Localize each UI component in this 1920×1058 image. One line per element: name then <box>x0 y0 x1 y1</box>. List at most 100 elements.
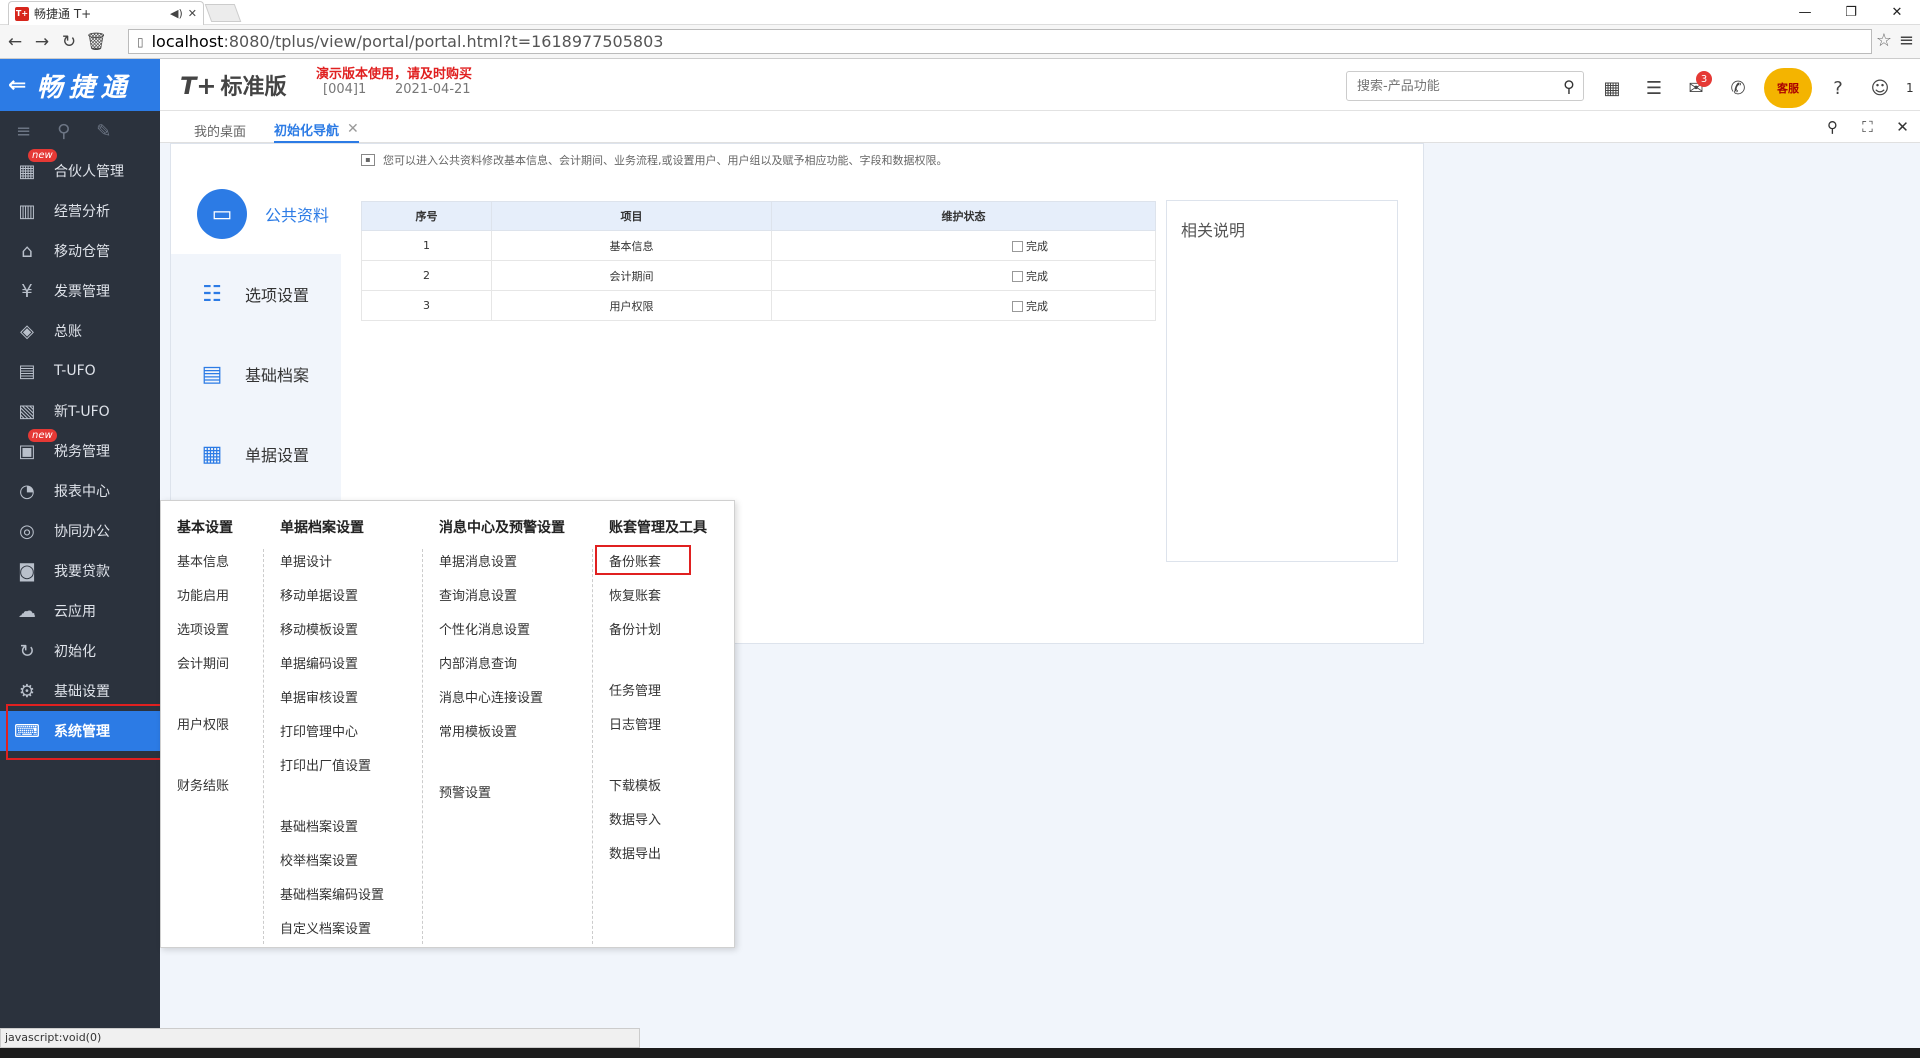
url-input[interactable]: ▯ localhost:8080/tplus/view/portal/porta… <box>128 29 1872 54</box>
new-tab-button[interactable] <box>204 4 242 22</box>
sidebar-item-ledger[interactable]: ◈ 总账 <box>0 311 160 351</box>
product-search[interactable]: ⚲ <box>1346 71 1584 101</box>
sidebar-item-invoice[interactable]: ¥ 发票管理 <box>0 271 160 311</box>
menu-item-message-connection[interactable]: 消息中心连接设置 <box>439 687 543 706</box>
table-row[interactable]: 1 基本信息 完成 <box>361 230 1156 261</box>
search-input[interactable] <box>1347 78 1555 94</box>
step-basic-records[interactable]: ▤ 基础档案 <box>171 334 341 414</box>
phone-icon[interactable]: ✆ <box>1722 71 1754 105</box>
sidebar-item-tufo[interactable]: ▤ T-UFO <box>0 351 160 391</box>
tab-desktop[interactable]: 我的桌面 <box>194 117 246 143</box>
menu-item-internal-message[interactable]: 内部消息查询 <box>439 653 517 672</box>
mobile-warehouse-icon: ⌂ <box>21 240 33 262</box>
zoom-search-icon[interactable]: ⚲ <box>1815 111 1850 143</box>
speaker-icon[interactable]: ◀) <box>170 7 183 20</box>
menu-item-mobile-template[interactable]: 移动模板设置 <box>280 619 358 638</box>
minimize-icon[interactable]: — <box>1782 0 1828 25</box>
browser-menu-icon[interactable]: ≡ <box>1899 30 1914 51</box>
tab-init-nav[interactable]: 初始化导航 ✕ <box>274 117 359 143</box>
brand-bar[interactable]: ⇐ 畅捷通 <box>0 59 160 111</box>
back-icon[interactable]: ← <box>3 28 27 56</box>
step-document-settings[interactable]: ▦ 单据设置 <box>171 414 341 494</box>
sidebar-item-system[interactable]: ⌨ 系统管理 <box>0 711 160 751</box>
menu-item-alert-settings[interactable]: 预警设置 <box>439 782 491 801</box>
menu-item-personal-message[interactable]: 个性化消息设置 <box>439 619 530 638</box>
menu-item-print-center[interactable]: 打印管理中心 <box>280 721 358 740</box>
checklist-icon: ☷ <box>202 281 222 307</box>
fullscreen-icon[interactable]: ⛶ <box>1850 111 1885 143</box>
collapse-arrow-icon[interactable]: ⇐ <box>8 73 26 98</box>
menu-item-task-management[interactable]: 任务管理 <box>609 680 661 699</box>
calculator-icon[interactable]: ▦ <box>1596 71 1628 105</box>
menu-item-restore-account[interactable]: 恢复账套 <box>609 585 661 604</box>
user-label[interactable]: 1 <box>1906 81 1914 95</box>
menu-item-backup-plan[interactable]: 备份计划 <box>609 619 661 638</box>
sidebar-edit-icon[interactable]: ✎ <box>96 121 111 142</box>
menu-item-download-template[interactable]: 下载模板 <box>609 775 661 794</box>
sidebar-item-settings[interactable]: ⚙ 基础设置 <box>0 671 160 711</box>
menu-item-data-import[interactable]: 数据导入 <box>609 809 661 828</box>
menu-item-feature-enable[interactable]: 功能启用 <box>177 585 229 604</box>
menu-heading: 账套管理及工具 <box>609 520 707 536</box>
row-status: 完成 <box>771 290 1156 321</box>
close-all-icon[interactable]: ✕ <box>1885 111 1920 143</box>
step-options[interactable]: ☷ 选项设置 <box>171 254 341 334</box>
col-header-item: 项目 <box>491 201 772 231</box>
menu-item-print-factory[interactable]: 打印出厂值设置 <box>280 755 371 774</box>
forward-icon[interactable]: → <box>30 28 54 56</box>
menu-item-doc-code[interactable]: 单据编码设置 <box>280 653 358 672</box>
support-mascot-icon[interactable]: 客服 <box>1764 68 1812 108</box>
close-icon[interactable]: ✕ <box>347 121 359 137</box>
user-icon[interactable]: ☺ <box>1864 71 1896 105</box>
menu-item-options[interactable]: 选项设置 <box>177 619 229 638</box>
message-icon[interactable]: ✉ 3 <box>1680 71 1712 105</box>
help-icon[interactable]: ? <box>1822 71 1854 105</box>
table-row[interactable]: 3 用户权限 完成 <box>361 290 1156 321</box>
sidebar-item-collab[interactable]: ◎ 协同办公 <box>0 511 160 551</box>
browser-tab[interactable]: T+ 畅捷通 T+ ◀) ✕ <box>8 1 204 25</box>
sidebar-item-mobile-warehouse[interactable]: ⌂ 移动仓管 <box>0 231 160 271</box>
menu-item-doc-audit[interactable]: 单据审核设置 <box>280 687 358 706</box>
menu-item-doc-message[interactable]: 单据消息设置 <box>439 551 517 570</box>
menu-item-basic-info[interactable]: 基本信息 <box>177 551 229 570</box>
close-window-icon[interactable]: ✕ <box>1874 0 1920 25</box>
menu-item-doc-design[interactable]: 单据设计 <box>280 551 332 570</box>
sidebar-item-partner[interactable]: ▦ new 合伙人管理 <box>0 149 160 191</box>
menu-item-query-message[interactable]: 查询消息设置 <box>439 585 517 604</box>
sidebar-item-loan[interactable]: ◙ 我要贷款 <box>0 551 160 591</box>
menu-item-data-export[interactable]: 数据导出 <box>609 843 661 862</box>
close-tab-icon[interactable]: ✕ <box>188 7 197 20</box>
sidebar-item-tax[interactable]: ▣ new 税务管理 <box>0 429 160 471</box>
bookmark-star-icon[interactable]: ☆ <box>1876 30 1892 51</box>
status-checkbox[interactable] <box>1012 241 1023 252</box>
step-public-data[interactable]: ▭ 公共资料 <box>171 174 341 254</box>
sidebar-search-icon[interactable]: ⚲ <box>57 121 70 142</box>
menu-item-records-code[interactable]: 基础档案编码设置 <box>280 884 384 903</box>
menu-item-financial-close[interactable]: 财务结账 <box>177 775 229 794</box>
status-checkbox[interactable] <box>1012 301 1023 312</box>
sidebar-item-label: 发票管理 <box>54 284 110 300</box>
menu-item-enum-records[interactable]: 校举档案设置 <box>280 850 358 869</box>
menu-item-mobile-doc[interactable]: 移动单据设置 <box>280 585 358 604</box>
menu-divider <box>263 549 264 944</box>
menu-item-user-permission[interactable]: 用户权限 <box>177 714 229 733</box>
sidebar-item-init[interactable]: ↻ 初始化 <box>0 631 160 671</box>
sidebar-item-cloud[interactable]: ☁ 云应用 <box>0 591 160 631</box>
sidebar-item-analysis[interactable]: ▥ 经营分析 <box>0 191 160 231</box>
menu-item-custom-records[interactable]: 自定义档案设置 <box>280 918 371 937</box>
sidebar-item-report[interactable]: ◔ 报表中心 <box>0 471 160 511</box>
menu-item-common-template[interactable]: 常用模板设置 <box>439 721 517 740</box>
status-checkbox[interactable] <box>1012 271 1023 282</box>
reload-icon[interactable]: ↻ <box>57 28 81 56</box>
demo-notice[interactable]: 演示版本使用，请及时购买 <box>316 63 472 82</box>
sidebar-item-new-tufo[interactable]: ▧ 新T-UFO <box>0 391 160 431</box>
menu-list-icon[interactable]: ≡ <box>16 121 31 142</box>
menu-item-log-management[interactable]: 日志管理 <box>609 714 661 733</box>
menu-item-basic-records[interactable]: 基础档案设置 <box>280 816 358 835</box>
search-icon[interactable]: ⚲ <box>1555 77 1583 96</box>
trash-icon[interactable]: 🗑 <box>84 28 108 56</box>
task-list-icon[interactable]: ☰ <box>1638 71 1670 105</box>
restore-icon[interactable]: ❐ <box>1828 0 1874 25</box>
table-row[interactable]: 2 会计期间 完成 <box>361 260 1156 291</box>
menu-item-accounting-period[interactable]: 会计期间 <box>177 653 229 672</box>
